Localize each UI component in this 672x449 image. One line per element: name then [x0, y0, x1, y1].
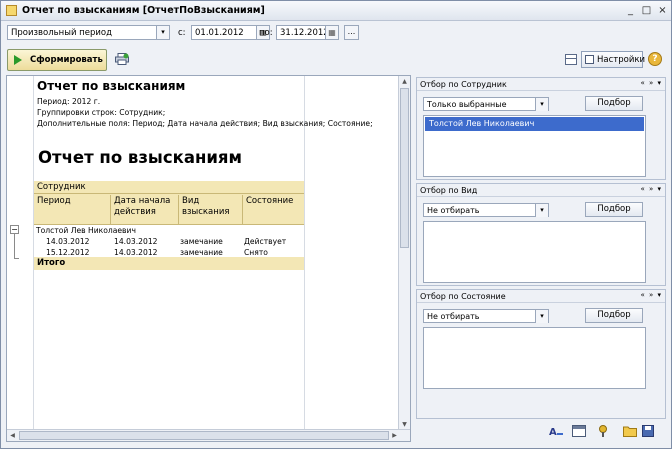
maximize-button[interactable]: □ [640, 4, 653, 17]
save-icon[interactable] [642, 425, 656, 437]
panel-controls-icon[interactable]: « » ▾ [640, 79, 662, 87]
settings-button[interactable]: Настройки [581, 51, 646, 68]
filter-values-list[interactable] [423, 327, 646, 389]
panel-controls-icon[interactable]: « » ▾ [640, 291, 662, 299]
pin-icon[interactable] [597, 425, 611, 437]
filter-type-panel: Отбор по Вид « » ▾ Не отбирать ▾ Подбор [416, 183, 666, 286]
row-start-date: 14.03.2012 [114, 248, 158, 257]
row-type: замечание [180, 248, 223, 257]
date-from-value: 01.01.2012 [195, 28, 244, 38]
pick-button[interactable]: Подбор [585, 308, 643, 323]
group-line [14, 258, 19, 259]
grid-icon[interactable] [572, 425, 586, 437]
row-type: замечание [180, 237, 223, 246]
minimize-button[interactable]: _ [624, 4, 637, 17]
to-label: по: [259, 28, 273, 38]
chevron-down-icon[interactable]: ▾ [156, 26, 169, 39]
header-employee: Сотрудник [37, 182, 86, 192]
filter-employee-panel: Отбор по Сотрудник « » ▾ Только выбранны… [416, 77, 666, 180]
layout-icon[interactable] [565, 54, 577, 65]
settings-icon [585, 55, 594, 64]
vertical-scrollbar[interactable]: ▲ ▼ [398, 76, 410, 430]
header-separator [242, 195, 243, 225]
folder-icon[interactable] [623, 425, 637, 437]
chevron-down-icon[interactable]: ▾ [535, 310, 548, 323]
title-bar: Отчет по взысканиям [ОтчетПоВзысканиям] … [1, 1, 671, 21]
generate-label: Сформировать [30, 55, 103, 65]
select-period-button[interactable]: ... [344, 25, 359, 40]
scroll-up-icon[interactable]: ▲ [399, 76, 410, 87]
panel-title: Отбор по Сотрудник [420, 80, 507, 89]
panel-header: Отбор по Сотрудник « » ▾ [417, 78, 665, 91]
report-window: Отчет по взысканиям [ОтчетПоВзысканиям] … [0, 0, 672, 449]
report-grouping-line: Группировки строк: Сотрудник; [37, 108, 166, 117]
filter-mode-value: Не отбирать [427, 206, 480, 215]
header-employee-row: Сотрудник [34, 181, 304, 194]
pick-button[interactable]: Подбор [585, 202, 643, 217]
header-period: Период [37, 196, 71, 206]
period-type-value: Произвольный период [11, 28, 112, 38]
filter-values-list[interactable] [423, 221, 646, 283]
print-icon[interactable] [115, 53, 129, 65]
filter-mode-select[interactable]: Не отбирать ▾ [423, 309, 549, 323]
filter-mode-value: Только выбранные [427, 100, 507, 109]
scroll-thumb[interactable] [400, 88, 409, 248]
from-label: с: [178, 28, 186, 38]
row-state: Снято [244, 248, 268, 257]
total-row: Итого [34, 257, 304, 270]
row-state: Действует [244, 237, 287, 246]
group-employee-name: Толстой Лев Николаевич [36, 226, 136, 235]
row-period: 15.12.2012 [46, 248, 90, 257]
collapse-group-icon[interactable]: − [10, 225, 19, 234]
filter-state-panel: Отбор по Состояние « » ▾ Не отбирать ▾ П… [416, 289, 666, 419]
header-start-date: Дата начала действия [114, 196, 171, 217]
column-divider [304, 76, 305, 431]
period-type-select[interactable]: Произвольный период ▾ [7, 25, 170, 40]
header-columns-row: Период Дата начала действия Вид взыскани… [34, 194, 304, 225]
report-icon [6, 5, 17, 16]
scroll-right-icon[interactable]: ▶ [389, 430, 400, 441]
report-extra-fields-line: Дополнительные поля: Период; Дата начала… [37, 119, 373, 128]
scroll-left-icon[interactable]: ◀ [7, 430, 18, 441]
help-icon[interactable]: ? [648, 52, 662, 66]
header-type: Вид взыскания [182, 196, 230, 217]
chevron-down-icon[interactable]: ▾ [535, 98, 548, 111]
panel-header: Отбор по Вид « » ▾ [417, 184, 665, 197]
report-title: Отчет по взысканиям [37, 79, 186, 93]
horizontal-scrollbar[interactable]: ◀ ▶ [7, 429, 410, 441]
total-label: Итого [37, 258, 66, 268]
row-start-date: 14.03.2012 [114, 237, 158, 246]
filter-mode-value: Не отбирать [427, 312, 480, 321]
header-separator [178, 195, 179, 225]
generate-button[interactable]: Сформировать [7, 49, 107, 71]
report-period-line: Период: 2012 г. [37, 97, 101, 106]
header-separator [110, 195, 111, 225]
close-button[interactable]: × [656, 4, 669, 17]
header-state: Состояние [246, 196, 294, 206]
font-icon[interactable]: A [549, 425, 563, 437]
panel-controls-icon[interactable]: « » ▾ [640, 185, 662, 193]
row-period: 14.03.2012 [46, 237, 90, 246]
group-gutter [7, 76, 34, 431]
list-item[interactable]: Толстой Лев Николаевич [425, 117, 644, 131]
scroll-thumb[interactable] [19, 431, 389, 440]
panel-title: Отбор по Вид [420, 186, 478, 195]
date-to-field[interactable]: 31.12.2012 ▦ [276, 25, 339, 40]
report-document[interactable]: Отчет по взысканиям Период: 2012 г. Груп… [6, 75, 411, 442]
calendar-icon[interactable]: ▦ [325, 26, 338, 39]
report-big-title: Отчет по взысканиям [38, 148, 243, 167]
filter-mode-select[interactable]: Не отбирать ▾ [423, 203, 549, 217]
chevron-down-icon[interactable]: ▾ [535, 204, 548, 217]
panel-header: Отбор по Состояние « » ▾ [417, 290, 665, 303]
play-icon [14, 55, 22, 65]
date-to-value: 31.12.2012 [280, 28, 329, 38]
panel-title: Отбор по Состояние [420, 292, 506, 301]
group-line [14, 234, 15, 259]
svg-text:A: A [549, 427, 557, 437]
settings-label: Настройки [597, 55, 646, 65]
filter-values-list[interactable]: Толстой Лев Николаевич [423, 115, 646, 177]
filter-mode-select[interactable]: Только выбранные ▾ [423, 97, 549, 111]
pick-button[interactable]: Подбор [585, 96, 643, 111]
window-title: Отчет по взысканиям [ОтчетПоВзысканиям] [22, 5, 265, 16]
